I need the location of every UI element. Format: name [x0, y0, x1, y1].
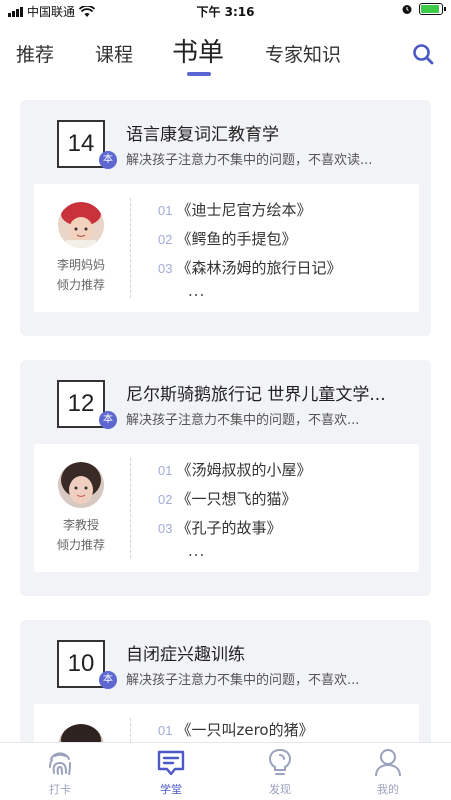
tab-courses[interactable]: 课程 — [95, 40, 133, 67]
nav-mine[interactable]: 我的 — [358, 747, 418, 797]
status-bar: 中国联通 下午 3:16 — [0, 0, 451, 22]
card-header: 12 本 尼尔斯骑鹅旅行记 世界儿童文学... 解决孩子注意力不集中的问题，不喜… — [20, 360, 431, 444]
card-description: 解决孩子注意力不集中的问题，不喜欢... — [126, 673, 360, 688]
book-index: 01 — [158, 203, 173, 218]
active-tab-indicator — [187, 72, 211, 76]
recommender-name: 李教授 — [62, 518, 99, 532]
book-title: 《迪士尼官方绘本》 — [176, 201, 312, 219]
bottom-nav: 打卡 学堂 发现 我的 — [0, 742, 451, 800]
book-title: 《一只叫zero的猪》 — [176, 721, 314, 739]
tab-expert-knowledge[interactable]: 专家知识 — [265, 40, 341, 67]
card-header: 14 本 语言康复词汇教育学 解决孩子注意力不集中的问题，不喜欢读... — [20, 100, 431, 184]
book-index: 01 — [158, 463, 173, 478]
book-count: 10 — [57, 640, 105, 688]
booklist-card[interactable]: 14 本 语言康复词汇教育学 解决孩子注意力不集中的问题，不喜欢读... 李明妈… — [20, 100, 431, 336]
dashed-divider — [130, 458, 131, 558]
nav-label: 发现 — [269, 783, 291, 796]
book-list: 01 《迪士尼官方绘本》 02 《鳄鱼的手提包》 03 《森林汤姆的旅行日记》 — [158, 196, 414, 283]
nav-classroom[interactable]: 学堂 — [141, 747, 201, 797]
book-list: 01 《一只叫zero的猪》 — [158, 716, 414, 745]
card-description: 解决孩子注意力不集中的问题，不喜欢... — [126, 413, 360, 428]
booklist-card[interactable]: 10 本 自闭症兴趣训练 解决孩子注意力不集中的问题，不喜欢... 01 《一只叫… — [20, 620, 431, 770]
book-index: 02 — [158, 232, 173, 247]
nav-label: 打卡 — [49, 783, 71, 796]
card-body: 李明妈妈 倾力推荐 01 《迪士尼官方绘本》 02 《鳄鱼的手提包》 03 《森林汤姆… — [34, 184, 419, 312]
card-title: 自闭症兴趣训练 — [126, 645, 245, 665]
booklist-card[interactable]: 12 本 尼尔斯骑鹅旅行记 世界儿童文学... 解决孩子注意力不集中的问题，不喜… — [20, 360, 431, 596]
card-description: 解决孩子注意力不集中的问题，不喜欢读... — [126, 153, 373, 168]
book-item[interactable]: 01 《汤姆叔叔的小屋》 — [158, 456, 414, 485]
alarm-icon — [402, 5, 412, 14]
count-unit-badge: 本 — [99, 411, 117, 429]
recommender-avatar — [58, 202, 104, 248]
card-body: 李教授 倾力推荐 01 《汤姆叔叔的小屋》 02 《一只想飞的猫》 03 《孔子的故事… — [34, 444, 419, 572]
nav-label: 学堂 — [160, 783, 182, 796]
book-title: 《森林汤姆的旅行日记》 — [176, 259, 342, 277]
more-ellipsis: ... — [188, 282, 206, 300]
nav-checkin[interactable]: 打卡 — [30, 747, 90, 797]
nav-discover[interactable]: 发现 — [250, 747, 310, 797]
book-index: 03 — [158, 521, 173, 536]
book-item[interactable]: 03 《孔子的故事》 — [158, 514, 414, 543]
book-count: 14 — [57, 120, 105, 168]
book-item[interactable]: 02 《一只想飞的猫》 — [158, 485, 414, 514]
person-icon — [375, 749, 401, 777]
nav-label: 我的 — [377, 783, 399, 796]
top-tab-bar: 推荐 课程 书单 专家知识 — [0, 28, 451, 84]
recommend-label: 倾力推荐 — [56, 278, 105, 292]
book-index: 02 — [158, 492, 173, 507]
card-title: 语言康复词汇教育学 — [126, 125, 279, 145]
recommender-name: 李明妈妈 — [56, 258, 105, 272]
book-item[interactable]: 01 《迪士尼官方绘本》 — [158, 196, 414, 225]
book-count: 12 — [57, 380, 105, 428]
count-unit-badge: 本 — [99, 151, 117, 169]
more-ellipsis: ... — [188, 542, 206, 560]
search-icon[interactable] — [411, 42, 435, 66]
book-title: 《一只想飞的猫》 — [176, 490, 297, 508]
status-right — [401, 3, 446, 15]
book-title: 《鳄鱼的手提包》 — [176, 230, 297, 248]
book-list: 01 《汤姆叔叔的小屋》 02 《一只想飞的猫》 03 《孔子的故事》 — [158, 456, 414, 543]
book-item[interactable]: 01 《一只叫zero的猪》 — [158, 716, 414, 745]
dashed-divider — [130, 198, 131, 298]
recommender-avatar — [58, 462, 104, 508]
battery-icon — [419, 3, 446, 15]
card-header: 10 本 自闭症兴趣训练 解决孩子注意力不集中的问题，不喜欢... — [20, 620, 431, 704]
count-unit-badge: 本 — [99, 671, 117, 689]
book-index: 03 — [158, 261, 173, 276]
book-title: 《孔子的故事》 — [176, 519, 282, 537]
card-title: 尼尔斯骑鹅旅行记 世界儿童文学... — [126, 385, 386, 405]
recommend-label: 倾力推荐 — [56, 538, 105, 552]
book-index: 01 — [158, 723, 173, 738]
book-item[interactable]: 02 《鳄鱼的手提包》 — [158, 225, 414, 254]
fingerprint-icon — [48, 752, 71, 775]
status-time: 下午 3:16 — [196, 5, 255, 19]
book-title: 《汤姆叔叔的小屋》 — [176, 461, 312, 479]
tab-recommend[interactable]: 推荐 — [16, 40, 54, 67]
book-item[interactable]: 03 《森林汤姆的旅行日记》 — [158, 254, 414, 283]
chat-board-icon — [157, 750, 185, 776]
bulb-icon — [269, 748, 291, 775]
tab-booklist[interactable]: 书单 — [172, 32, 224, 69]
